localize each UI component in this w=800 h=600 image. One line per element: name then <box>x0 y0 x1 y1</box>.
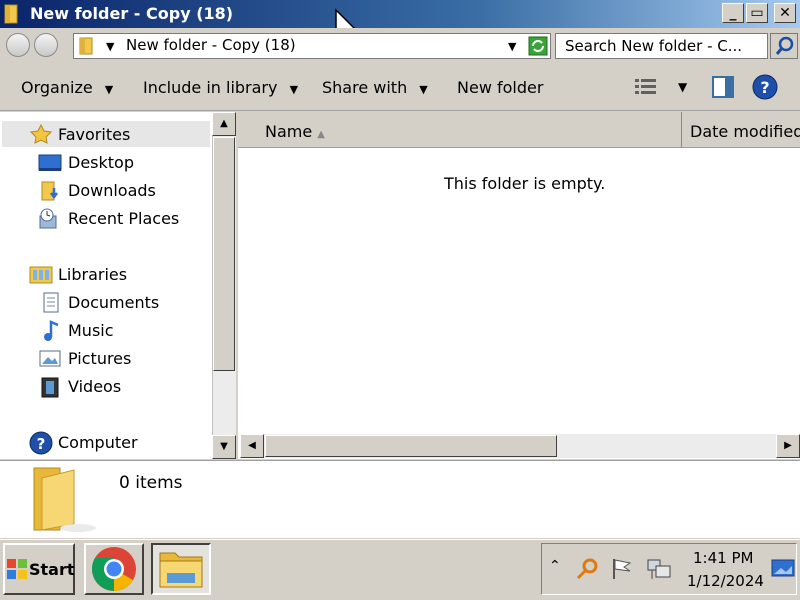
scroll-up-button[interactable]: ▲ <box>212 112 236 136</box>
documents-icon <box>43 292 59 313</box>
scroll-down-button[interactable]: ▼ <box>212 435 236 459</box>
chrome-icon <box>92 547 136 591</box>
large-folder-icon <box>33 467 96 532</box>
preview-pane-icon[interactable] <box>711 75 735 99</box>
svg-text:?: ? <box>760 78 769 97</box>
clock-time[interactable]: 1:41 PM <box>693 549 753 567</box>
maximize-button[interactable]: ▭ <box>746 3 768 23</box>
dropdown-arrow-icon: ▼ <box>282 83 299 96</box>
nav-item-computer[interactable]: Computer <box>58 433 138 452</box>
windows-logo-icon <box>7 559 27 579</box>
computer-icon: ? <box>29 431 53 455</box>
column-name[interactable]: Name ▲ <box>265 122 325 141</box>
network-icon[interactable] <box>646 557 672 581</box>
window-title: New folder - Copy (18) <box>30 4 234 23</box>
nav-item-videos[interactable]: Videos <box>68 377 121 396</box>
explorer-folder-icon <box>159 552 203 588</box>
folder-icon <box>79 37 93 55</box>
nav-item-recent-places[interactable]: Recent Places <box>68 209 179 228</box>
share-with-button[interactable]: Share with ▼ <box>322 78 428 97</box>
details-pane <box>0 460 800 538</box>
key-icon[interactable] <box>575 557 599 581</box>
new-folder-button[interactable]: New folder <box>457 78 543 97</box>
pictures-icon <box>39 350 61 367</box>
view-dropdown-icon[interactable]: ▼ <box>678 80 687 94</box>
include-in-library-button[interactable]: Include in library ▼ <box>143 78 298 97</box>
show-desktop-icon[interactable] <box>771 558 795 580</box>
nav-item-documents[interactable]: Documents <box>68 293 159 312</box>
desktop-icon <box>38 154 62 171</box>
search-input[interactable]: Search New folder - C... <box>565 37 742 55</box>
organize-button[interactable]: Organize ▼ <box>21 78 113 97</box>
horizontal-scroll-thumb[interactable] <box>265 435 557 457</box>
show-hidden-icons-icon[interactable]: ⌃ <box>549 558 561 574</box>
scroll-left-button[interactable]: ◀ <box>240 434 264 458</box>
empty-folder-message: This folder is empty. <box>444 174 606 193</box>
scroll-thumb[interactable] <box>213 137 235 371</box>
nav-item-music[interactable]: Music <box>68 321 114 340</box>
nav-item-libraries[interactable]: Libraries <box>58 265 127 284</box>
refresh-icon[interactable] <box>528 36 548 56</box>
music-icon <box>44 320 59 341</box>
dropdown-arrow-icon: ▼ <box>97 83 114 96</box>
back-button[interactable] <box>6 33 30 57</box>
downloads-icon <box>41 181 58 201</box>
folder-icon <box>4 4 18 24</box>
action-center-flag-icon[interactable] <box>610 557 634 581</box>
nav-item-pictures[interactable]: Pictures <box>68 349 131 368</box>
breadcrumb-chevron-icon[interactable]: ▼ <box>106 40 114 53</box>
scroll-right-button[interactable]: ▶ <box>776 434 800 458</box>
recent-places-icon <box>39 208 57 229</box>
column-divider[interactable] <box>681 112 682 148</box>
nav-item-desktop[interactable]: Desktop <box>68 153 134 172</box>
start-label: Start <box>29 560 75 579</box>
help-icon[interactable]: ? <box>752 74 778 100</box>
view-options-icon[interactable] <box>634 77 658 97</box>
nav-item-downloads[interactable]: Downloads <box>68 181 156 200</box>
libraries-icon <box>29 266 53 284</box>
address-dropdown-icon[interactable]: ▼ <box>508 40 516 53</box>
svg-text:?: ? <box>37 435 46 453</box>
search-icon[interactable] <box>774 35 796 57</box>
nav-item-favorites[interactable]: Favorites <box>58 125 130 144</box>
dropdown-arrow-icon: ▼ <box>412 83 428 96</box>
item-count: 0 items <box>119 473 183 493</box>
videos-icon <box>41 377 59 398</box>
column-date-modified[interactable]: Date modified <box>690 122 800 141</box>
clock-date[interactable]: 1/12/2024 <box>687 572 764 590</box>
address-path[interactable]: New folder - Copy (18) <box>126 36 296 54</box>
file-list[interactable] <box>238 112 800 459</box>
forward-button[interactable] <box>34 33 58 57</box>
minimize-button[interactable]: _ <box>722 3 744 23</box>
close-button[interactable]: ✕ <box>774 3 796 23</box>
sort-ascending-icon: ▲ <box>317 129 325 140</box>
star-icon <box>30 124 52 144</box>
